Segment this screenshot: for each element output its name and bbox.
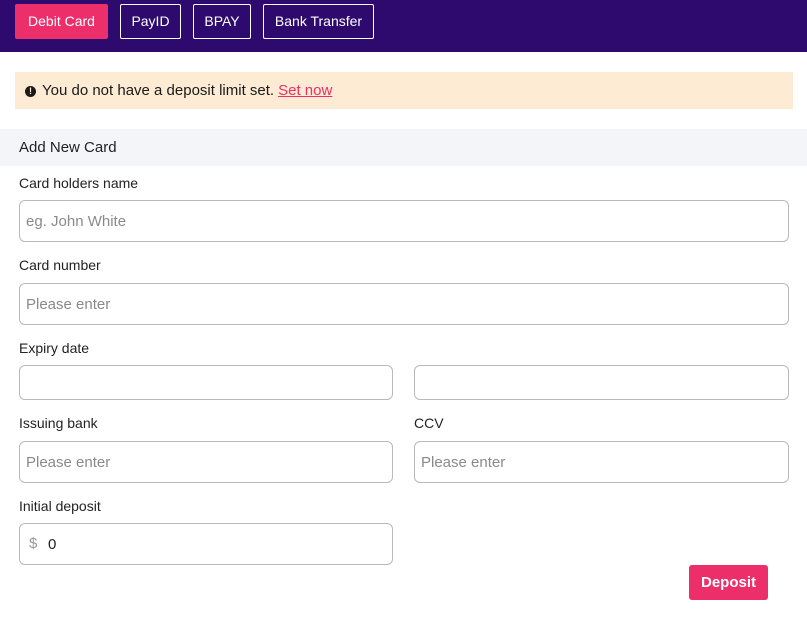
card-holder-field: [19, 200, 789, 242]
expiry-date-label: Expiry date: [19, 340, 90, 356]
card-number-input[interactable]: [20, 284, 788, 324]
tab-bpay[interactable]: BPAY: [193, 4, 251, 39]
expiry-month-field: [19, 365, 393, 400]
ccv-input[interactable]: [415, 442, 788, 482]
card-number-label: Card number: [19, 257, 101, 273]
initial-deposit-label: Initial deposit: [19, 498, 101, 514]
ccv-field: [414, 441, 789, 483]
tab-payid[interactable]: PayID: [120, 4, 181, 39]
alert-message: You do not have a deposit limit set.: [42, 82, 275, 99]
expiry-month-input[interactable]: [20, 366, 392, 399]
deposit-limit-alert: ! You do not have a deposit limit set. Set…: [15, 72, 793, 109]
card-holder-label: Card holders name: [19, 175, 139, 191]
expiry-year-input[interactable]: [415, 366, 788, 399]
card-number-field: [19, 283, 789, 325]
issuing-bank-field: [19, 441, 393, 483]
issuing-bank-label: Issuing bank: [19, 415, 98, 431]
set-now-link[interactable]: Set now: [278, 82, 332, 99]
payment-method-bar: Debit Card PayID BPAY Bank Transfer: [0, 0, 807, 52]
card-holder-input[interactable]: [20, 201, 788, 241]
initial-deposit-field: $: [19, 523, 393, 565]
initial-deposit-input[interactable]: [20, 524, 392, 564]
dollar-sign-icon: $: [29, 535, 38, 552]
section-title: Add New Card: [0, 129, 807, 166]
exclamation-circle-icon: !: [25, 86, 36, 97]
tab-debit-card[interactable]: Debit Card: [15, 4, 108, 39]
expiry-year-field: [414, 365, 789, 400]
tab-bank-transfer[interactable]: Bank Transfer: [263, 4, 374, 39]
issuing-bank-input[interactable]: [20, 442, 392, 482]
deposit-button[interactable]: Deposit: [689, 565, 768, 600]
ccv-label: CCV: [414, 415, 444, 431]
